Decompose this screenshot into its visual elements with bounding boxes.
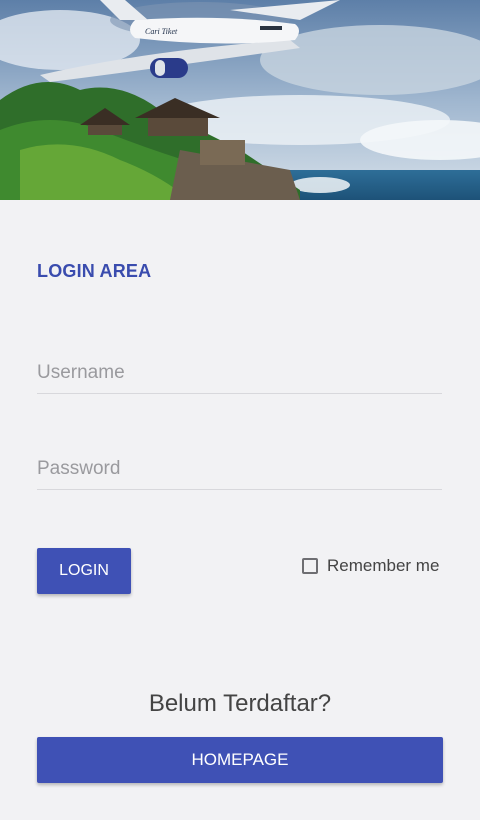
login-button[interactable]: LOGIN	[37, 548, 131, 594]
header-banner-image: Cari Tiket	[0, 0, 480, 200]
remember-me-label: Remember me	[327, 556, 440, 575]
remember-me-option[interactable]: Remember me	[302, 554, 439, 578]
register-prompt: Belum Terdaftar?	[148, 690, 332, 717]
login-area-title: LOGIN AREA	[37, 261, 152, 281]
remember-me-checkbox[interactable]	[302, 558, 318, 574]
password-input[interactable]	[37, 449, 442, 490]
username-input[interactable]	[37, 353, 442, 394]
homepage-button[interactable]: HOMEPAGE	[37, 737, 443, 783]
plane-livery-text: Cari Tiket	[145, 27, 178, 36]
